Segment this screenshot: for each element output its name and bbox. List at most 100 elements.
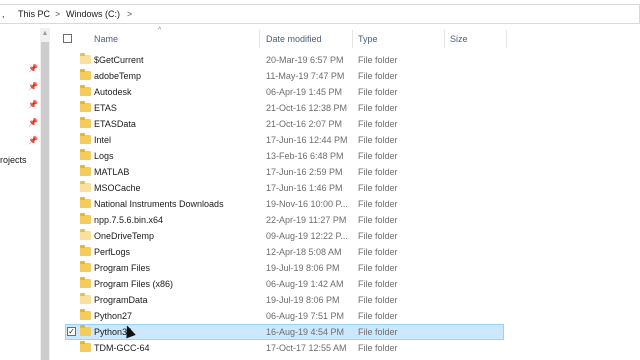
date-modified: 11-May-19 7:47 PM	[266, 71, 345, 81]
pin-icon: 📌	[28, 100, 38, 109]
file-row[interactable]: OneDriveTemp 09-Aug-19 12:22 P... File fol…	[50, 228, 640, 244]
nav-item-projects[interactable]: rojects	[0, 155, 27, 165]
folder-icon	[80, 165, 91, 176]
date-modified: 20-Mar-19 6:57 PM	[266, 55, 344, 65]
file-type: File folder	[358, 279, 398, 289]
column-divider[interactable]	[259, 30, 260, 48]
file-row[interactable]: ETASData 21-Oct-16 2:07 PM File folder	[50, 116, 640, 132]
pin-icon: 📌	[28, 64, 38, 73]
file-row[interactable]: MATLAB 17-Jun-16 2:59 PM File folder	[50, 164, 640, 180]
breadcrumb-separator-icon[interactable]: >	[127, 9, 132, 19]
breadcrumb-separator-icon[interactable]: >	[55, 9, 60, 19]
file-name: TDM-GCC-64	[94, 343, 150, 353]
file-name: Program Files (x86)	[94, 279, 174, 289]
folder-icon	[80, 293, 91, 304]
column-header-type[interactable]: Type	[358, 34, 378, 44]
folder-icon	[80, 69, 91, 80]
file-row[interactable]: Program Files (x86) 06-Aug-19 1:42 AM File…	[50, 276, 640, 292]
file-row[interactable]: Autodesk 06-Apr-19 1:45 PM File folder	[50, 84, 640, 100]
folder-icon	[80, 197, 91, 208]
date-modified: 19-Jul-19 8:06 PM	[266, 295, 340, 305]
file-type: File folder	[358, 247, 398, 257]
breadcrumb-this-pc[interactable]: This PC	[18, 9, 50, 19]
folder-icon	[80, 101, 91, 112]
file-row[interactable]: ETAS 21-Oct-16 12:38 PM File folder	[50, 100, 640, 116]
file-type: File folder	[358, 311, 398, 321]
column-divider[interactable]	[352, 30, 353, 48]
row-checkbox[interactable]: ✓	[67, 327, 76, 336]
file-name: Intel	[94, 135, 112, 145]
file-name: npp.7.5.6.bin.x64	[94, 215, 164, 225]
folder-icon	[80, 277, 91, 288]
scroll-up-arrow-icon[interactable]: ▲	[40, 28, 50, 40]
column-header-date[interactable]: Date modified	[266, 34, 322, 44]
file-type: File folder	[358, 183, 398, 193]
column-divider[interactable]	[444, 30, 445, 48]
file-name: ProgramData	[94, 295, 148, 305]
file-row[interactable]: Logs 13-Feb-16 6:48 PM File folder	[50, 148, 640, 164]
date-modified: 17-Oct-17 12:55 AM	[266, 343, 347, 353]
date-modified: 22-Apr-19 11:27 PM	[266, 215, 347, 225]
file-type: File folder	[358, 263, 398, 273]
file-row[interactable]: adobeTemp 11-May-19 7:47 PM File folder	[50, 68, 640, 84]
file-row[interactable]: PerfLogs 12-Apr-18 5:08 AM File folder	[50, 244, 640, 260]
column-divider[interactable]	[506, 30, 507, 48]
file-type: File folder	[358, 343, 398, 353]
nav-scrollbar[interactable]: ▲	[40, 28, 50, 360]
folder-icon	[80, 85, 91, 96]
file-row[interactable]: MSOCache 17-Jun-16 1:46 PM File folder	[50, 180, 640, 196]
file-name: ETAS	[94, 103, 117, 113]
folder-icon	[80, 245, 91, 256]
file-name: MSOCache	[94, 183, 141, 193]
pin-icon: 📌	[28, 118, 38, 127]
file-type: File folder	[358, 295, 398, 305]
file-row[interactable]: ProgramData 19-Jul-19 8:06 PM File folder	[50, 292, 640, 308]
folder-icon	[80, 181, 91, 192]
date-modified: 06-Aug-19 7:51 PM	[266, 311, 345, 321]
file-row[interactable]: ✓ Python34 16-Aug-19 4:54 PM File folder	[50, 324, 640, 340]
file-row[interactable]: Intel 17-Jun-16 12:44 PM File folder	[50, 132, 640, 148]
file-name: OneDriveTemp	[94, 231, 155, 241]
file-type: File folder	[358, 199, 398, 209]
file-name: Program Files	[94, 263, 151, 273]
file-name: Autodesk	[94, 87, 132, 97]
file-name: Python27	[94, 311, 133, 321]
file-row[interactable]: TDM-GCC-64 17-Oct-17 12:55 AM File folder	[50, 340, 640, 356]
column-header-row: ^ Name Date modified Type Size	[50, 27, 640, 50]
date-modified: 19-Nov-16 10:00 P...	[266, 199, 348, 209]
folder-icon	[80, 53, 91, 64]
folder-icon	[80, 149, 91, 160]
date-modified: 17-Jun-16 2:59 PM	[266, 167, 343, 177]
pin-icon: 📌	[28, 82, 38, 91]
file-type: File folder	[358, 215, 398, 225]
date-modified: 09-Aug-19 12:22 P...	[266, 231, 348, 241]
date-modified: 21-Oct-16 12:38 PM	[266, 103, 348, 113]
address-bar[interactable]: , This PC > Windows (C:) >	[0, 4, 640, 24]
date-modified: 17-Jun-16 1:46 PM	[266, 183, 343, 193]
file-name: $GetCurrent	[94, 55, 144, 65]
file-row[interactable]: Program Files 19-Jul-19 8:06 PM File folde…	[50, 260, 640, 276]
column-header-name[interactable]: Name	[94, 34, 118, 44]
file-name: National Instruments Downloads	[94, 199, 224, 209]
file-type: File folder	[358, 151, 398, 161]
file-row[interactable]: Python27 06-Aug-19 7:51 PM File folder	[50, 308, 640, 324]
file-row[interactable]: $GetCurrent 20-Mar-19 6:57 PM File folder	[50, 52, 640, 68]
file-name: Logs	[94, 151, 114, 161]
scroll-thumb[interactable]	[41, 42, 49, 360]
file-type: File folder	[358, 327, 398, 337]
breadcrumb-drive[interactable]: Windows (C:)	[66, 9, 120, 19]
address-bar-area: , This PC > Windows (C:) >	[0, 0, 640, 29]
file-name: MATLAB	[94, 167, 130, 177]
date-modified: 13-Feb-16 6:48 PM	[266, 151, 344, 161]
navigation-pane: 📌 📌 📌 📌 📌 rojects	[0, 28, 40, 360]
date-modified: 16-Aug-19 4:54 PM	[266, 327, 345, 337]
select-all-checkbox[interactable]	[63, 34, 72, 43]
file-row[interactable]: National Instruments Downloads 19-Nov-16 …	[50, 196, 640, 212]
column-header-size[interactable]: Size	[450, 34, 468, 44]
folder-icon	[80, 117, 91, 128]
file-type: File folder	[358, 71, 398, 81]
file-list: $GetCurrent 20-Mar-19 6:57 PM File folder a…	[50, 52, 640, 356]
folder-icon	[80, 133, 91, 144]
file-row[interactable]: npp.7.5.6.bin.x64 22-Apr-19 11:27 PM File …	[50, 212, 640, 228]
file-type: File folder	[358, 119, 398, 129]
